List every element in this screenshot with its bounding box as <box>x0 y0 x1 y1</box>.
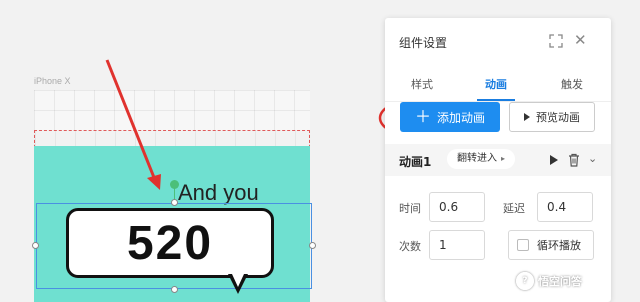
watermark: ? 悟空问答 <box>516 272 582 290</box>
loop-label: 循环播放 <box>537 239 581 252</box>
resize-handle-right[interactable] <box>309 242 316 249</box>
count-label: 次数 <box>399 240 421 253</box>
expand-icon[interactable] <box>549 34 563 48</box>
delay-label: 延迟 <box>503 202 525 215</box>
active-tab-indicator <box>477 99 515 101</box>
panel-title: 组件设置 <box>399 36 448 50</box>
animation-name: 动画1 <box>399 155 432 169</box>
delay-input[interactable]: 0.4 <box>537 192 593 222</box>
wukong-logo-icon: ? <box>516 272 534 290</box>
play-icon <box>524 113 530 121</box>
loop-checkbox[interactable] <box>517 239 529 251</box>
panel-header: 组件设置 ✕ <box>385 18 611 64</box>
caret-right-icon: ▸ <box>501 154 506 163</box>
bubble-tail-inner <box>232 274 244 287</box>
tab-animation[interactable]: 动画 <box>485 76 507 92</box>
animation-effect-label: 翻转进入 <box>457 153 497 164</box>
count-input[interactable]: 1 <box>429 230 485 260</box>
resize-handle-top[interactable] <box>171 199 178 206</box>
watermark-text: 悟空问答 <box>538 275 582 288</box>
panel-tabs: 样式 动画 触发 <box>385 64 611 102</box>
resize-handle-left[interactable] <box>32 242 39 249</box>
time-input[interactable]: 0.6 <box>429 192 485 222</box>
loop-playback-toggle[interactable]: 循环播放 <box>508 230 594 260</box>
close-icon[interactable]: ✕ <box>574 32 588 48</box>
animation-effect-select[interactable]: 翻转进入 ▸ <box>447 149 516 169</box>
add-animation-button[interactable]: ＋ 添加动画 <box>400 102 500 132</box>
tab-style[interactable]: 样式 <box>411 76 433 92</box>
device-label: iPhone X <box>34 76 71 86</box>
component-settings-panel: 组件设置 ✕ 样式 动画 触发 ＋ 添加动画 预览动画 动画1 翻转进入▸ ⌄ <box>385 18 611 302</box>
plus-icon: ＋ <box>414 107 431 126</box>
preview-animation-button[interactable]: 预览动画 <box>509 102 595 132</box>
play-animation-icon[interactable] <box>550 155 558 165</box>
add-animation-label: 添加动画 <box>437 110 486 125</box>
preview-animation-label: 预览动画 <box>536 111 580 124</box>
rotate-handle[interactable] <box>170 180 179 189</box>
status-bar-guide <box>34 90 310 130</box>
time-label: 时间 <box>399 202 421 215</box>
trash-icon[interactable] <box>568 152 580 167</box>
speech-bubble[interactable]: 520 <box>66 208 274 278</box>
tab-trigger[interactable]: 触发 <box>561 76 583 92</box>
animation-item[interactable]: 动画1 翻转进入 ▸ ⌄ <box>385 144 611 176</box>
resize-handle-bottom[interactable] <box>171 286 178 293</box>
bubble-text: 520 <box>126 216 214 270</box>
chevron-down-icon[interactable]: ⌄ <box>588 152 597 165</box>
